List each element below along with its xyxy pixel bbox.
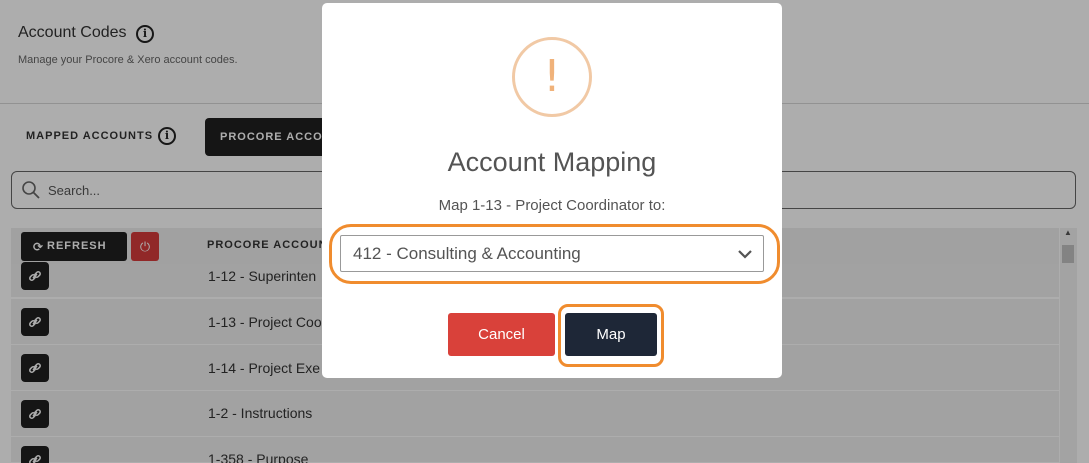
map-button[interactable]: Map	[565, 313, 657, 356]
account-select-value: 412 - Consulting & Accounting	[353, 244, 581, 263]
account-select[interactable]: 412 - Consulting & Accounting	[340, 235, 764, 272]
cancel-button[interactable]: Cancel	[448, 313, 555, 356]
exclamation-icon: !	[512, 37, 592, 117]
dialog-message: Map 1-13 - Project Coordinator to:	[438, 197, 666, 214]
account-mapping-dialog: ! Account Mapping Map 1-13 - Project Coo…	[322, 3, 782, 378]
chevron-down-icon	[738, 250, 752, 259]
dialog-title: Account Mapping	[447, 147, 657, 177]
